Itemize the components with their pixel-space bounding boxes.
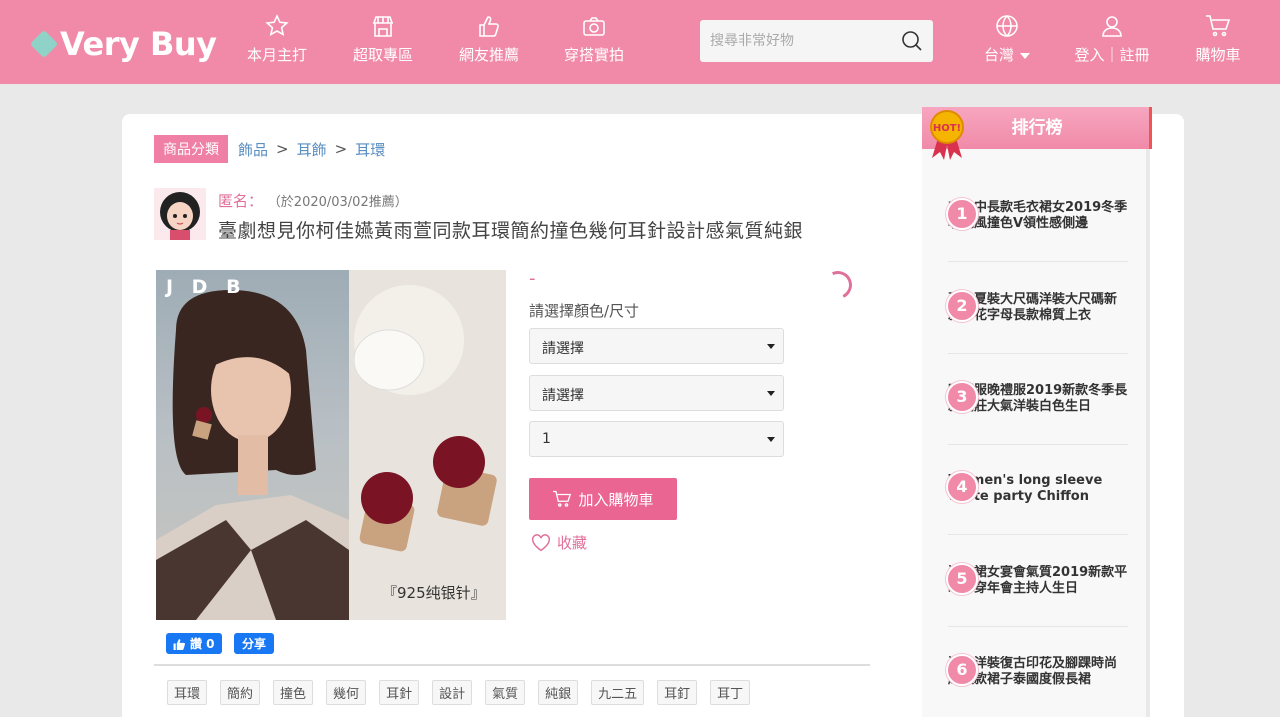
- avatar: [154, 188, 206, 240]
- dropdown-arrow-icon: [767, 391, 775, 396]
- quantity-select[interactable]: 1: [529, 421, 784, 457]
- user-icon: [1102, 16, 1122, 37]
- breadcrumb: 商品分類 飾品 > 耳飾 > 耳環: [154, 135, 385, 163]
- tag-item[interactable]: 耳丁: [710, 680, 751, 705]
- breadcrumb-separator: >: [276, 140, 289, 158]
- cart-icon: [1206, 15, 1231, 37]
- logo-text: Very Buy: [60, 25, 217, 63]
- heart-icon: [532, 533, 550, 551]
- breadcrumb-ear-accessories[interactable]: 耳飾: [297, 139, 327, 160]
- star-icon: [265, 14, 289, 36]
- ranking-item[interactable]: 毛衣中長款毛衣裙女2019冬季學院風撞色V領性感側邊 1: [946, 198, 1128, 262]
- region-label: 台灣: [983, 46, 1014, 64]
- logo-tag-icon: [29, 29, 59, 59]
- rank-number-badge: 6: [946, 654, 978, 686]
- chevron-down-icon: [1020, 52, 1030, 59]
- add-to-cart-label: 加入購物車: [578, 490, 654, 509]
- add-to-cart-button[interactable]: 加入購物車: [529, 478, 677, 520]
- ranking-item[interactable]: 洋裝洋裝復古印花及腳踝時尚超長款裙子泰國度假長裙 6: [946, 654, 1128, 717]
- ranking-item[interactable]: Women's long sleeve white party Chiffon …: [946, 471, 1128, 535]
- tag-item[interactable]: 設計: [432, 680, 473, 705]
- cart-icon: [553, 490, 572, 507]
- dropdown-arrow-icon: [767, 344, 775, 349]
- top-header: Very Buy 本月主打 超取專區 網友推薦 穿搭實拍 台灣 登入｜註冊 購物…: [0, 0, 1280, 84]
- hot-badge-icon: HOT!: [930, 110, 964, 160]
- camera-icon: [583, 17, 605, 36]
- earring-photo: [349, 270, 506, 620]
- login-register[interactable]: 登入｜註冊: [1062, 14, 1162, 65]
- globe-icon: [996, 14, 1018, 38]
- rank-number-badge: 2: [946, 290, 978, 322]
- ranking-title: 排行榜: [1011, 118, 1063, 138]
- nav-outfit-photos[interactable]: 穿搭實拍: [549, 14, 639, 65]
- ranking-item[interactable]: 晚禮服晚禮服2019新款冬季長款端莊大氣洋裝白色生日 3: [946, 381, 1128, 445]
- ranking-item[interactable]: 夏季夏裝大尺碼洋裝大尺碼新款印花字母長款棉質上衣 2: [946, 290, 1128, 354]
- nav-label: 超取專區: [352, 46, 413, 64]
- color-select-value: 請選擇: [542, 341, 584, 357]
- tag-item[interactable]: 耳釘: [657, 680, 698, 705]
- favorite-button[interactable]: 收藏: [531, 532, 587, 553]
- tag-item[interactable]: 耳針: [379, 680, 420, 705]
- image-caption: 『925纯银针』: [382, 584, 486, 602]
- nav-label: 穿搭實拍: [563, 46, 624, 64]
- nav-label: 網友推薦: [458, 46, 519, 64]
- breadcrumb-accessories[interactable]: 飾品: [238, 139, 268, 160]
- cart-label: 購物車: [1195, 46, 1241, 64]
- category-badge[interactable]: 商品分類: [154, 135, 228, 163]
- login-label: 登入｜註冊: [1074, 46, 1150, 64]
- tag-item[interactable]: 簡約: [220, 680, 261, 705]
- tag-item[interactable]: 九二五: [591, 680, 645, 705]
- tag-item[interactable]: 純銀: [538, 680, 579, 705]
- rank-number-badge: 4: [946, 471, 978, 503]
- model-photo: [156, 270, 349, 620]
- size-select[interactable]: 請選擇: [529, 375, 784, 411]
- breadcrumb-earrings[interactable]: 耳環: [355, 139, 385, 160]
- header-accent: [1149, 107, 1152, 149]
- thumbs-up-icon: [173, 638, 185, 650]
- nav-pickup-zone[interactable]: 超取專區: [338, 14, 428, 65]
- product-image[interactable]: J D B 『925纯银针』: [156, 270, 506, 620]
- rank-number-badge: 5: [946, 563, 978, 595]
- post-date: （於2020/03/02推薦）: [267, 195, 408, 210]
- breadcrumb-separator: >: [334, 140, 348, 158]
- favorite-label: 收藏: [557, 534, 588, 552]
- option-label: 請選擇顏色/尺寸: [529, 302, 640, 320]
- region-selector[interactable]: 台灣: [962, 14, 1052, 65]
- rank-number-badge: 3: [946, 381, 978, 413]
- poster-name: 匿名：: [218, 192, 264, 210]
- size-select-value: 請選擇: [542, 388, 584, 404]
- tag-item[interactable]: 耳環: [167, 680, 208, 705]
- product-title: 臺劇想見你柯佳嬿黃雨萱同款耳環簡約撞色幾何耳針設計感氣質純銀: [218, 220, 804, 242]
- image-brand-text: J D B: [166, 276, 247, 298]
- tag-item[interactable]: 幾何: [326, 680, 367, 705]
- thumbs-up-icon: [479, 16, 499, 37]
- poster-line: 匿名： （於2020/03/02推薦）: [218, 190, 408, 211]
- divider: [154, 664, 870, 666]
- quantity-value: 1: [542, 431, 551, 447]
- hot-badge-text: HOT!: [933, 123, 961, 134]
- dropdown-arrow-icon: [767, 437, 775, 442]
- tag-list: 耳環 簡約 撞色 幾何 耳針 設計 氣質 純銀 九二五 耳釘 耳丁: [167, 680, 763, 705]
- search-input[interactable]: [700, 20, 890, 62]
- tag-item[interactable]: 氣質: [485, 680, 526, 705]
- product-price: -: [529, 268, 536, 289]
- cart-link[interactable]: 購物車: [1173, 14, 1263, 65]
- search-box: [700, 20, 933, 62]
- store-icon: [373, 16, 393, 37]
- nav-user-recommend[interactable]: 網友推薦: [444, 14, 534, 65]
- like-count: 讚 0: [190, 637, 215, 651]
- tag-item[interactable]: 撞色: [273, 680, 314, 705]
- search-icon[interactable]: [901, 30, 923, 52]
- rank-number-badge: 1: [946, 198, 978, 230]
- nav-monthly-featured[interactable]: 本月主打: [232, 14, 322, 65]
- facebook-like-button[interactable]: 讚 0: [166, 633, 222, 654]
- site-logo[interactable]: Very Buy: [29, 24, 217, 64]
- nav-label: 本月主打: [246, 46, 307, 64]
- facebook-share-button[interactable]: 分享: [234, 633, 275, 654]
- ranking-item[interactable]: 洋裝裙女宴會氣質2019新款平時可穿年會主持人生日 5: [946, 563, 1128, 627]
- color-select[interactable]: 請選擇: [529, 328, 784, 364]
